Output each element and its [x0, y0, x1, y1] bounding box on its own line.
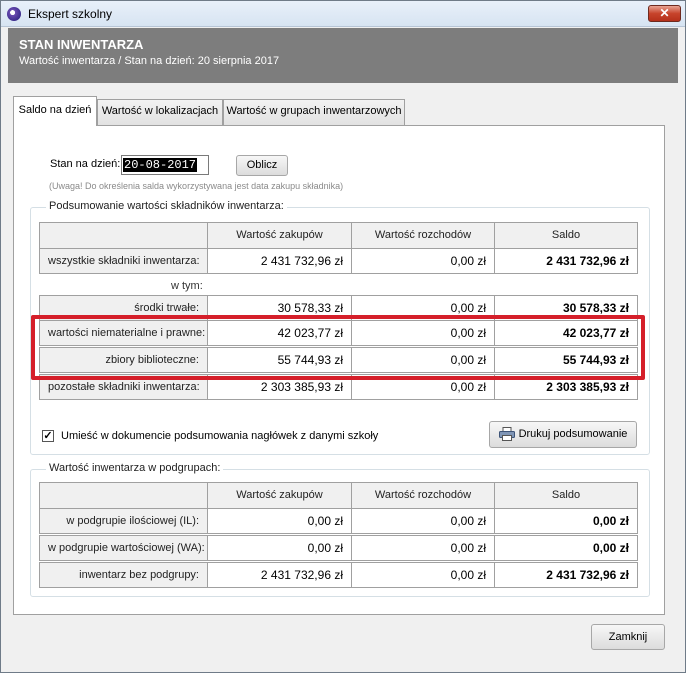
tab-saldo-na-dzien[interactable]: Saldo na dzień: [13, 96, 97, 126]
date-input-value: 20-08-2017: [123, 158, 198, 172]
header-checkbox[interactable]: ✓: [42, 430, 54, 442]
in-that-label: w tym:: [171, 280, 203, 292]
page-header: STAN INWENTARZA Wartość inwentarza / Sta…: [8, 28, 678, 83]
subgroups-corner-cell: [39, 482, 208, 509]
wa-purchases: 0,00 zł: [207, 535, 352, 561]
calculate-button[interactable]: Oblicz: [236, 155, 288, 176]
tab-wartosc-w-lokalizacjach[interactable]: Wartość w lokalizacjach: [97, 99, 223, 125]
subgroups-header-disposals: Wartość rozchodów: [351, 482, 495, 509]
row-label-no-subgroup: inwentarz bez podgrupy:: [39, 562, 208, 588]
close-button[interactable]: Zamknij: [591, 624, 665, 650]
no-subgroup-disposals: 0,00 zł: [351, 562, 495, 588]
wa-disposals: 0,00 zł: [351, 535, 495, 561]
column-header-purchases: Wartość zakupów: [207, 222, 352, 249]
column-header-balance: Saldo: [494, 222, 638, 249]
window-title: Ekspert szkolny: [28, 7, 113, 21]
print-summary-label: Drukuj podsumowanie: [518, 428, 628, 440]
close-icon[interactable]: ✕: [648, 5, 681, 22]
app-logo-icon: [7, 7, 21, 21]
no-subgroup-purchases: 2 431 732,96 zł: [207, 562, 352, 588]
summary-legend: Podsumowanie wartości składników inwenta…: [46, 200, 287, 212]
subgroups-header-purchases: Wartość zakupów: [207, 482, 352, 509]
subgroups-header-balance: Saldo: [494, 482, 638, 509]
highlight-frame: [31, 315, 645, 380]
all-balance-value: 2 431 732,96 zł: [494, 248, 638, 274]
all-purchases-value: 2 431 732,96 zł: [207, 248, 352, 274]
tab-wartosc-w-grupach[interactable]: Wartość w grupach inwentarzowych: [223, 99, 405, 125]
no-subgroup-balance: 2 431 732,96 zł: [494, 562, 638, 588]
il-disposals: 0,00 zł: [351, 508, 495, 534]
page-subtitle: Wartość inwentarza / Stan na dzień: 20 s…: [19, 55, 280, 67]
il-balance: 0,00 zł: [494, 508, 638, 534]
date-note: (Uwaga! Do określenia salda wykorzystywa…: [49, 181, 344, 191]
row-label-quantity-subgroup: w podgrupie ilościowej (IL):: [39, 508, 208, 534]
page-title: STAN INWENTARZA: [19, 37, 144, 52]
title-bar: Ekspert szkolny ✕: [1, 1, 685, 27]
column-header-disposals: Wartość rozchodów: [351, 222, 495, 249]
date-label: Stan na dzień:: [50, 158, 121, 170]
summary-corner-cell: [39, 222, 208, 249]
subgroups-legend: Wartość inwentarza w podgrupach:: [46, 462, 224, 474]
all-disposals-value: 0,00 zł: [351, 248, 495, 274]
header-checkbox-label[interactable]: Umieść w dokumencie podsumowania nagłówe…: [61, 430, 378, 442]
row-label-all: wszystkie składniki inwentarza:: [39, 248, 208, 274]
row-label-value-subgroup: w podgrupie wartościowej (WA):: [39, 535, 208, 561]
printer-icon: [499, 427, 515, 441]
il-purchases: 0,00 zł: [207, 508, 352, 534]
date-input[interactable]: 20-08-2017: [121, 155, 209, 175]
app-window: Ekspert szkolny ✕ STAN INWENTARZA Wartoś…: [0, 0, 686, 673]
wa-balance: 0,00 zł: [494, 535, 638, 561]
